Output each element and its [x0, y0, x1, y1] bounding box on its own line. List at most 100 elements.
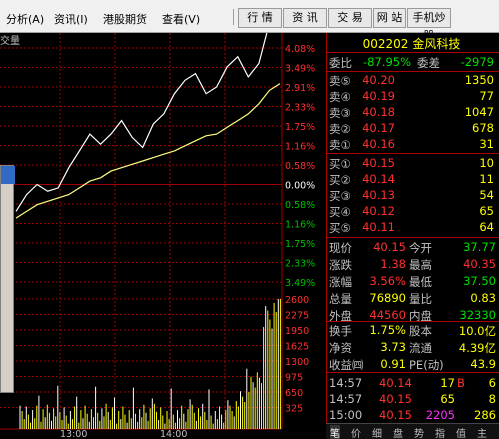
tick-row: 15:00 40.15 2205 286: [327, 407, 499, 423]
sell-price: 40.19: [362, 89, 395, 103]
trade-button[interactable]: 交 易: [328, 8, 372, 28]
menu-bar: 分析(A) 资讯(I) 港股期货 查看(V) 行 情 资 讯 交 易 网 站 手…: [0, 0, 499, 42]
buy-volume: 65: [479, 204, 494, 218]
pct-label: 0.00%: [285, 181, 315, 192]
news-button[interactable]: 资 讯: [283, 8, 327, 28]
stat-value: 37.50: [463, 274, 496, 288]
tab-0[interactable]: 笔: [330, 425, 340, 439]
vol-label: 1300: [285, 357, 309, 368]
tick-volume: 2205: [425, 408, 455, 422]
sell-label: 卖④: [329, 90, 351, 104]
stat-value: 0.83: [470, 291, 496, 305]
tick-count: 6: [488, 376, 496, 390]
sell-label: 卖⑤: [329, 74, 351, 88]
tick-time: 14:57: [329, 392, 363, 406]
tick-time: 14:57: [329, 376, 363, 390]
tick-price: 40.15: [379, 392, 412, 406]
sell-row: 卖⑤ 40.20 1350: [327, 72, 499, 88]
tab-2[interactable]: 细: [372, 425, 382, 439]
stat-value: 10.0亿: [458, 324, 496, 338]
stat-label: PE(动): [409, 358, 444, 372]
stat-row: 现价 40.15 今开 37.77: [327, 239, 499, 255]
sell-row: 卖② 40.17 678: [327, 120, 499, 136]
sell-price: 40.20: [362, 73, 395, 87]
pct-label: 0.58%: [285, 200, 315, 211]
stat-label: 收益㈣: [329, 358, 364, 372]
menu-analysis[interactable]: 分析(A): [6, 11, 44, 27]
menu-hk-futures[interactable]: 港股期货: [103, 11, 147, 27]
vol-label: 975: [285, 373, 303, 384]
sell-volume: 1047: [464, 105, 494, 119]
stat-label: 最高: [409, 258, 432, 272]
tick-price: 40.15: [379, 408, 412, 422]
pct-label: 3.49%: [285, 278, 315, 289]
bottom-tabs: 笔价细盘势指值主: [326, 423, 499, 439]
stat-label: 换手: [329, 324, 352, 338]
buy-label: 买④: [329, 205, 351, 219]
sell-row: 卖③ 40.18 1047: [327, 104, 499, 120]
weicha-label: 委差: [417, 56, 440, 70]
stat-value: 40.35: [463, 257, 496, 271]
mobile-trading-button[interactable]: 手机炒股: [407, 8, 451, 42]
stat-value: 4.39亿: [458, 341, 496, 355]
vol-label: 2600: [285, 295, 309, 306]
stat-value: 40.15: [373, 240, 406, 254]
stat-label: 量比: [409, 292, 432, 306]
tick-volume: 65: [440, 392, 455, 406]
tab-4[interactable]: 势: [414, 425, 424, 439]
buy-price: 40.11: [362, 220, 395, 234]
buy-volume: 11: [479, 172, 494, 186]
tab-1[interactable]: 价: [351, 425, 361, 439]
intraday-chart[interactable]: 4.08% 3.49% 2.91% 2.33% 1.75% 1.16% 0.58% 0.00%…: [0, 22, 326, 439]
stat-label: 涨跌: [329, 258, 352, 272]
stat-value: 44560: [369, 308, 406, 322]
sell-price: 40.17: [362, 121, 395, 135]
buy-row: 买④ 40.12 65: [327, 203, 499, 219]
tab-7[interactable]: 主: [477, 425, 487, 439]
buy-volume: 10: [479, 156, 494, 170]
tick-flag: B: [457, 376, 465, 390]
stat-value: 3.56%: [369, 274, 406, 288]
buy-label: 买①: [329, 157, 351, 171]
tick-row: 14:57 40.14 17 B 6: [327, 375, 499, 391]
stock-code: 002202: [362, 37, 409, 51]
buy-price: 40.12: [362, 204, 395, 218]
buy-price: 40.14: [362, 172, 395, 186]
chart-svg: 4.08% 3.49% 2.91% 2.33% 1.75% 1.16% 0.58% 0.00%…: [0, 22, 315, 439]
stat-value: 3.73: [380, 340, 406, 354]
menu-view[interactable]: 查看(V): [162, 11, 200, 27]
tab-5[interactable]: 指: [435, 425, 445, 439]
tab-6[interactable]: 值: [456, 425, 466, 439]
menu-info[interactable]: 资讯(I): [54, 11, 88, 27]
pct-label: 2.91%: [285, 83, 315, 94]
stat-label: 净资: [329, 341, 352, 355]
time-label: 13:00: [60, 429, 87, 439]
stat-value: 0.91: [380, 357, 406, 371]
quote-panel: 002202 金风科技 委比 -87.95% 委差 -2979 卖⑤ 40.20 13…: [326, 33, 499, 439]
stat-label: 最低: [409, 275, 432, 289]
stat-value: 1.75%: [369, 323, 406, 337]
sell-price: 40.18: [362, 105, 395, 119]
tick-row: 14:57 40.15 65 8: [327, 391, 499, 407]
pct-label: 1.16%: [285, 142, 315, 153]
tick-count: 8: [488, 392, 496, 406]
sell-volume: 77: [479, 89, 494, 103]
stat-row: 收益㈣ 0.91 PE(动) 43.9: [327, 356, 499, 372]
tab-3[interactable]: 盘: [393, 425, 403, 439]
buy-row: 买① 40.15 10: [327, 155, 499, 171]
buy-volume: 64: [479, 220, 494, 234]
vol-label: 1950: [285, 326, 309, 337]
buy-price: 40.15: [362, 156, 395, 170]
volume-title: 交量: [0, 34, 20, 47]
buy-volume: 54: [479, 188, 494, 202]
market-button[interactable]: 行 情: [238, 8, 282, 28]
buy-label: 买②: [329, 173, 351, 187]
weibi-row: 委比 -87.95% 委差 -2979: [327, 54, 499, 70]
floating-window-edge[interactable]: [0, 165, 15, 393]
sell-row: 卖① 40.16 31: [327, 136, 499, 152]
stat-value: 1.38: [380, 257, 406, 271]
sell-volume: 678: [472, 121, 494, 135]
buy-label: 买③: [329, 189, 351, 203]
stat-value: 32330: [459, 308, 496, 322]
website-button[interactable]: 网 站: [373, 8, 406, 28]
